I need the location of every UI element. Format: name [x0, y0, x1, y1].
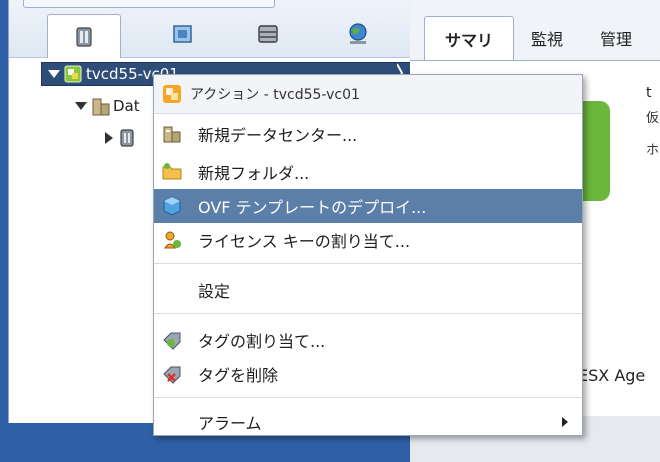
datacenter-icon	[92, 98, 110, 116]
menu-item-assign-tag[interactable]: タグの割り当て...	[154, 323, 582, 357]
tab-hosts-clusters[interactable]	[47, 14, 121, 58]
license-key-icon	[164, 231, 181, 249]
context-menu-title: アクション - tvcd55-vc01	[190, 87, 360, 103]
tree-label-datacenter[interactable]: Dat	[113, 97, 140, 115]
storage-icon	[258, 25, 278, 43]
menu-item-new-datacenter[interactable]: 新規データセンター...	[154, 117, 582, 151]
menu-item-deploy-ovf[interactable]: OVF テンプレートのデプロイ...	[154, 189, 582, 223]
tab-monitor[interactable]: 監視	[518, 16, 576, 60]
navigator-top-field	[23, 0, 275, 8]
vcenter-icon	[64, 65, 82, 83]
networking-icon	[349, 23, 367, 44]
menu-item-label: アラーム	[198, 414, 262, 433]
deploy-ovf-icon	[163, 196, 181, 216]
menu-item-alarms[interactable]: アラーム	[154, 405, 582, 439]
menu-separator	[154, 263, 582, 264]
expand-arrow-icon[interactable]	[75, 102, 87, 110]
menu-separator	[154, 313, 582, 314]
menu-item-label: OVF テンプレートのデプロイ...	[198, 198, 427, 217]
menu-separator	[154, 397, 582, 398]
vms-templates-icon	[173, 25, 192, 43]
menu-item-label: 新規データセンター...	[198, 126, 358, 145]
context-menu: アクション - tvcd55-vc01 新規データセンター... 新規フォルダ.…	[153, 74, 583, 436]
vcenter-icon	[163, 85, 181, 103]
tab-manage[interactable]: 管理	[586, 16, 646, 60]
tab-vms-templates[interactable]	[146, 14, 220, 54]
menu-item-label: 設定	[198, 282, 231, 301]
context-menu-header: アクション - tvcd55-vc01	[154, 75, 582, 114]
host-icon	[120, 129, 134, 147]
summary-text-fragment: ホ	[646, 143, 660, 158]
menu-item-assign-license[interactable]: ライセンス キーの割り当て...	[154, 223, 582, 257]
submenu-arrow-icon	[562, 417, 568, 427]
summary-text-fragment: t	[646, 85, 652, 101]
collapse-arrow-icon[interactable]	[105, 132, 113, 144]
tree-row-datacenter[interactable]: Dat	[75, 95, 140, 117]
esx-agent-label: ESX Age	[578, 366, 646, 385]
navigator-tabs-bar	[9, 0, 411, 58]
menu-item-label: タグの割り当て...	[198, 332, 326, 351]
hosts-clusters-icon	[76, 26, 92, 47]
expand-arrow-icon[interactable]	[48, 70, 60, 78]
tab-summary[interactable]: サマリ	[424, 16, 514, 61]
menu-item-label: タグを削除	[198, 366, 279, 385]
menu-item-label: ライセンス キーの割り当て...	[198, 232, 411, 251]
tab-networking[interactable]	[321, 14, 395, 54]
menu-item-settings[interactable]: 設定	[154, 273, 582, 307]
new-folder-icon	[162, 163, 182, 180]
summary-text-fragment: 仮	[646, 111, 660, 126]
menu-item-label: 新規フォルダ...	[198, 164, 310, 183]
assign-tag-icon	[163, 332, 181, 350]
tree-row-host[interactable]	[105, 128, 135, 148]
new-datacenter-icon	[163, 126, 181, 143]
tab-storage[interactable]	[231, 14, 305, 54]
menu-item-new-folder[interactable]: 新規フォルダ...	[154, 155, 582, 189]
remove-tag-icon	[163, 366, 181, 384]
menu-item-remove-tag[interactable]: タグを削除	[154, 357, 582, 391]
